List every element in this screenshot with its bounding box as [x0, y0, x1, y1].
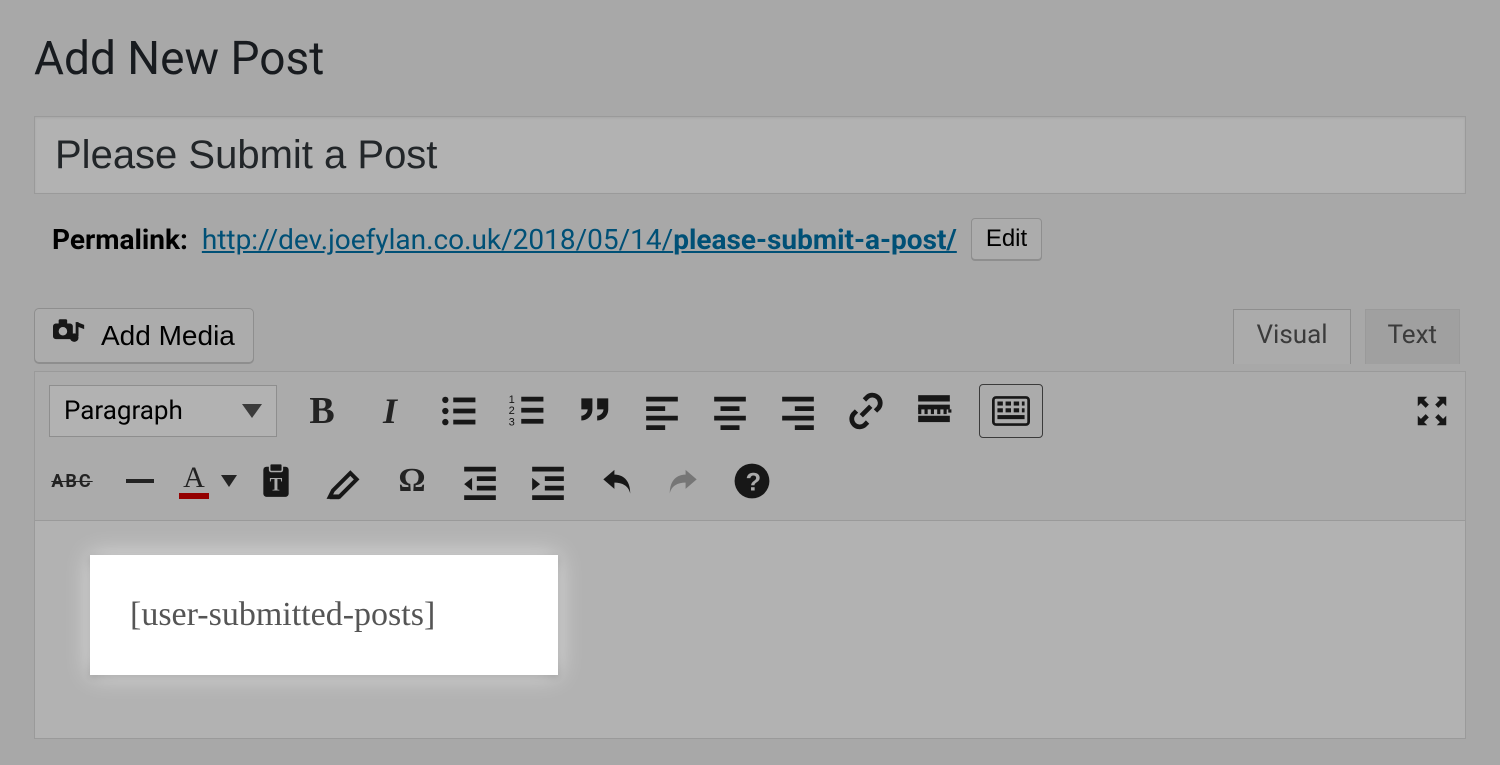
shortcode-text: [user-submitted-posts] [130, 596, 435, 634]
format-dropdown-label: Paragraph [64, 396, 183, 426]
svg-text:T: T [270, 475, 283, 496]
post-title-wrap [34, 116, 1466, 194]
align-center-button[interactable] [707, 388, 753, 434]
editor-top-row: Add Media Visual Text [34, 308, 1466, 363]
link-button[interactable] [843, 388, 889, 434]
svg-text:?: ? [746, 469, 761, 497]
add-media-button[interactable]: Add Media [34, 308, 254, 363]
outdent-button[interactable] [457, 458, 503, 504]
editor-toolbar: Paragraph B I 123 [35, 372, 1465, 521]
shortcode-highlight: [user-submitted-posts] [90, 555, 558, 675]
permalink-slug: please-submit-a-post/ [673, 223, 957, 256]
tab-text[interactable]: Text [1365, 309, 1460, 364]
toolbar-row-2: ABC A T Ω [49, 448, 1455, 514]
align-left-button[interactable] [639, 388, 685, 434]
permalink-label: Permalink: [52, 223, 188, 256]
post-title-input[interactable] [34, 116, 1466, 194]
horizontal-rule-button[interactable] [117, 458, 163, 504]
chevron-down-icon [242, 404, 262, 418]
clear-formatting-button[interactable] [321, 458, 367, 504]
page-title: Add New Post [34, 32, 1466, 86]
permalink-edit-button[interactable]: Edit [971, 218, 1042, 260]
permalink-base: http://dev.joefylan.co.uk/2018/05/14/ [202, 223, 673, 256]
permalink-link[interactable]: http://dev.joefylan.co.uk/2018/05/14/ple… [202, 223, 957, 256]
indent-button[interactable] [525, 458, 571, 504]
svg-text:3: 3 [509, 416, 515, 428]
numbered-list-button[interactable]: 123 [503, 388, 549, 434]
paste-text-button[interactable]: T [253, 458, 299, 504]
editor-tabs: Visual Text [1233, 308, 1460, 363]
undo-button[interactable] [593, 458, 639, 504]
italic-button[interactable]: I [367, 388, 413, 434]
special-character-button[interactable]: Ω [389, 458, 435, 504]
toolbar-toggle-button[interactable] [979, 384, 1043, 438]
camera-music-icon [53, 317, 87, 354]
help-button[interactable]: ? [729, 458, 775, 504]
add-media-label: Add Media [101, 320, 235, 352]
permalink-row: Permalink: http://dev.joefylan.co.uk/201… [52, 218, 1466, 260]
strikethrough-button[interactable]: ABC [49, 458, 95, 504]
tab-visual[interactable]: Visual [1233, 309, 1350, 364]
blockquote-button[interactable] [571, 388, 617, 434]
align-right-button[interactable] [775, 388, 821, 434]
format-dropdown[interactable]: Paragraph [49, 385, 277, 437]
redo-button[interactable] [661, 458, 707, 504]
bold-button[interactable]: B [299, 388, 345, 434]
read-more-button[interactable] [911, 388, 957, 434]
chevron-down-icon [221, 475, 237, 487]
text-color-button[interactable]: A [185, 458, 231, 504]
bullet-list-button[interactable] [435, 388, 481, 434]
fullscreen-button[interactable] [1409, 388, 1455, 434]
toolbar-row-1: Paragraph B I 123 [49, 378, 1455, 444]
